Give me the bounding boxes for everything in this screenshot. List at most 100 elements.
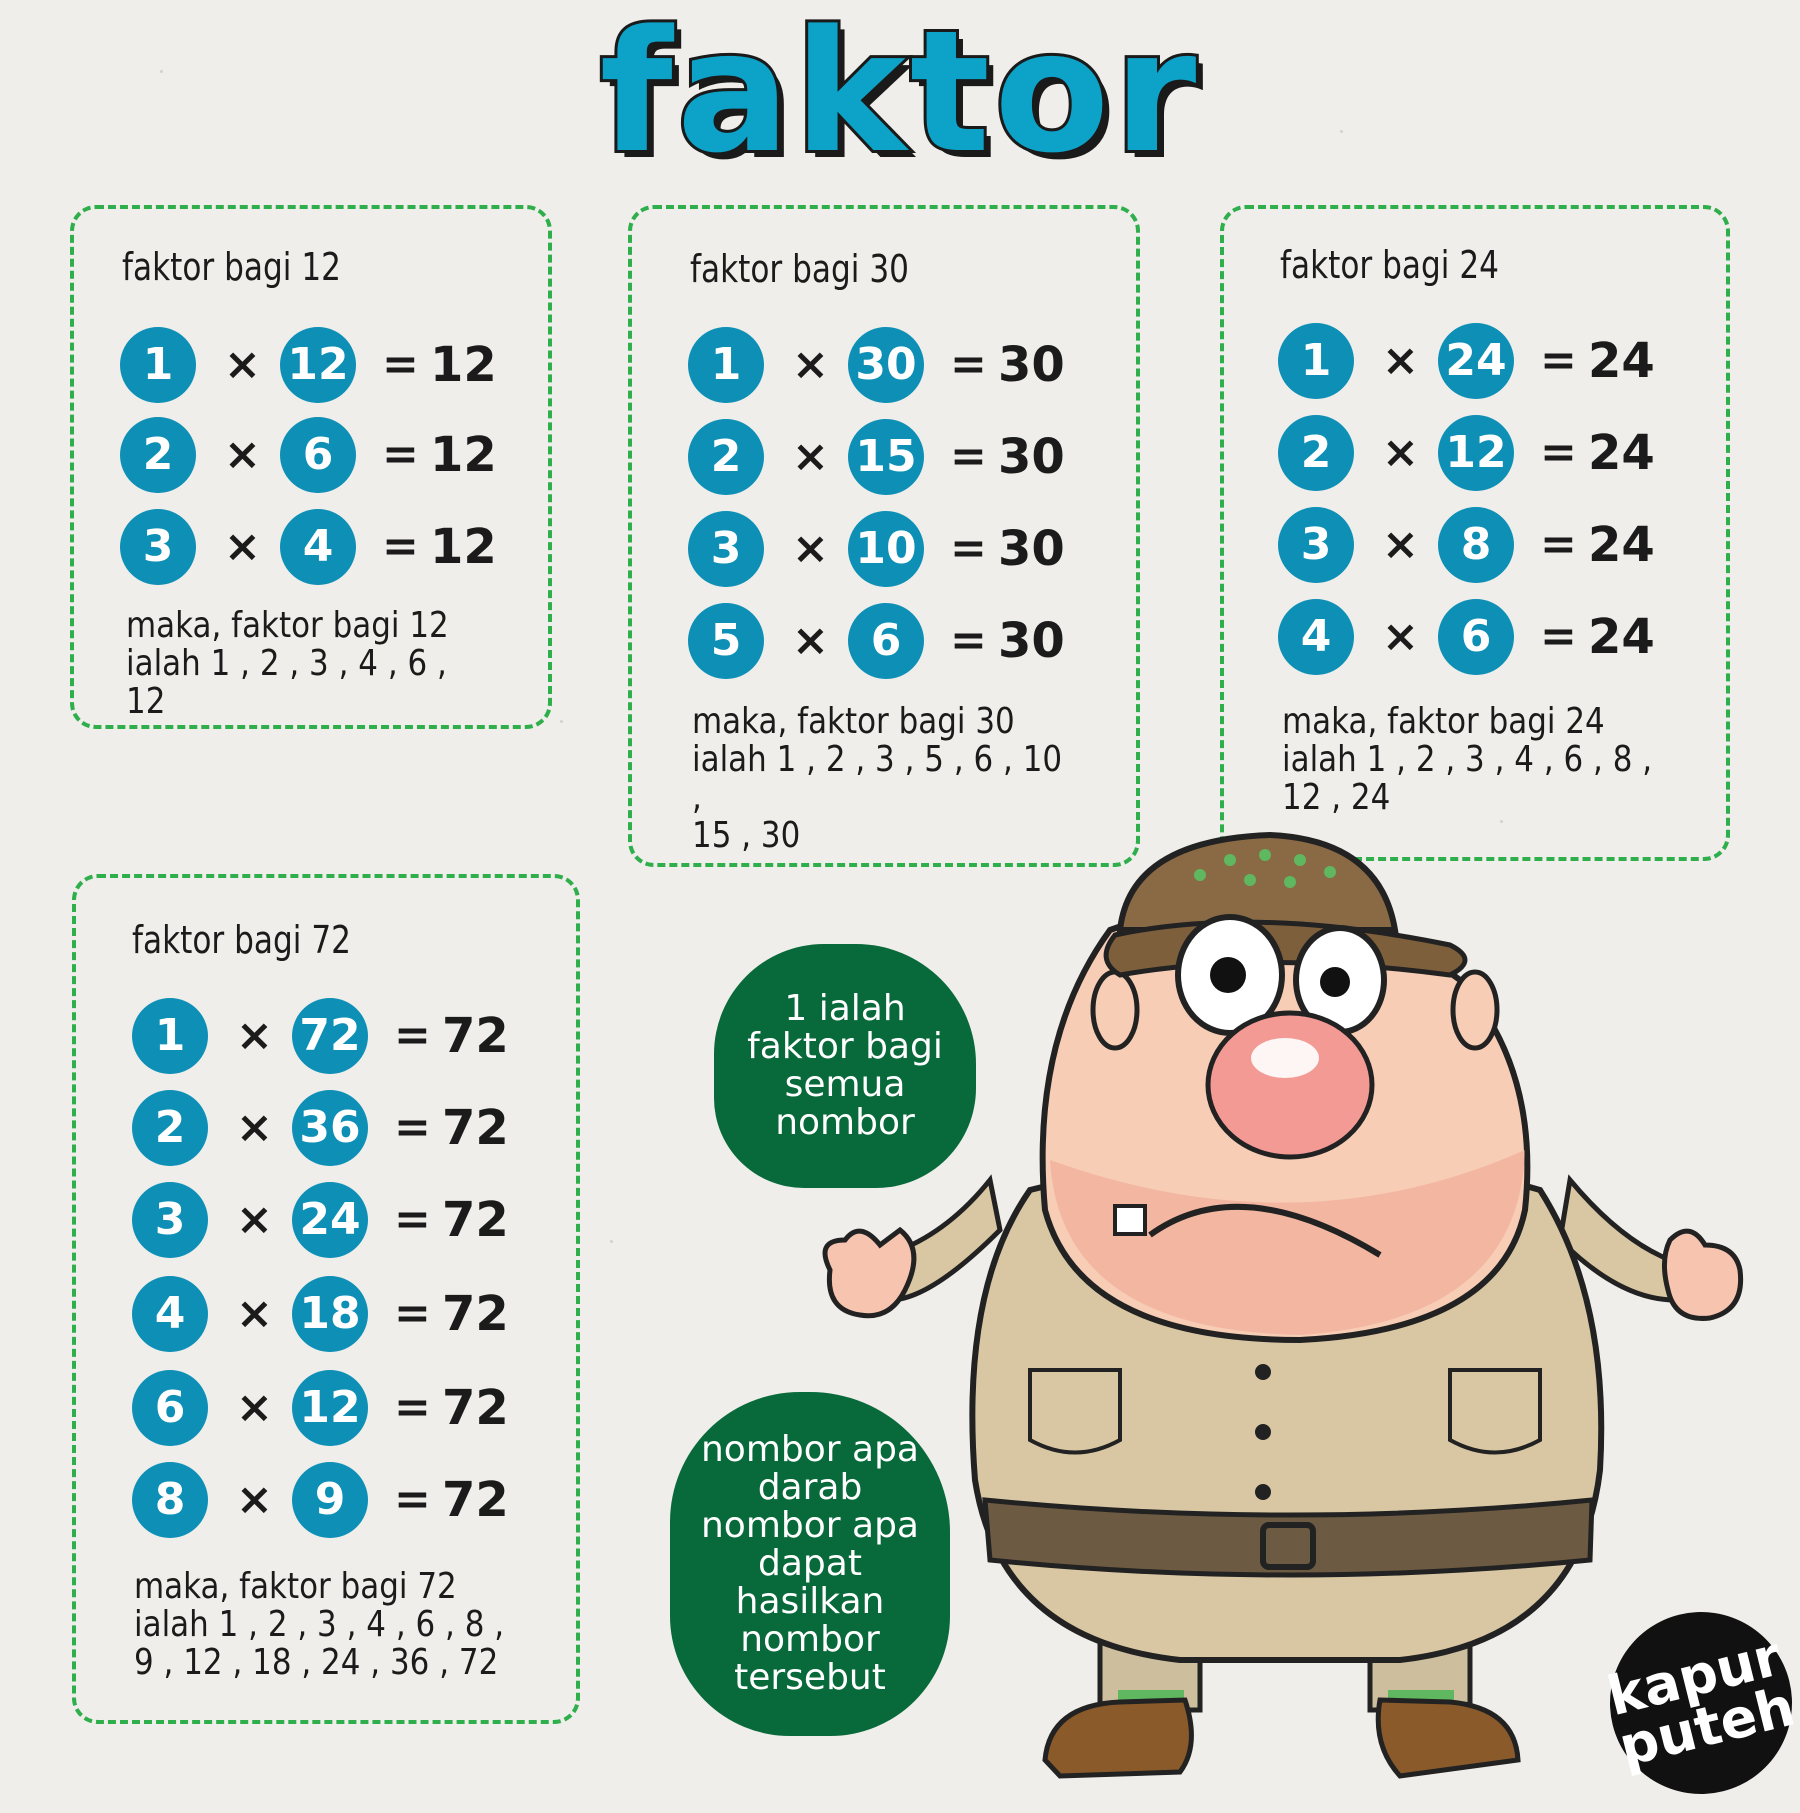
equals-sign: = bbox=[394, 1474, 431, 1525]
factor-a-circle: 3 bbox=[688, 511, 764, 587]
equals-sign: = bbox=[1540, 427, 1577, 478]
product-value: 12 bbox=[430, 519, 497, 575]
factor-a-circle: 1 bbox=[132, 998, 208, 1074]
times-sign: × bbox=[236, 1382, 273, 1433]
times-sign: × bbox=[1382, 519, 1419, 570]
equals-sign: = bbox=[394, 1194, 431, 1245]
factor-a-circle: 3 bbox=[132, 1182, 208, 1258]
factor-card-12: faktor bagi 12 1 × 12 = 12 2 × 6 = 12 3 … bbox=[70, 205, 552, 729]
times-sign: × bbox=[236, 1010, 273, 1061]
product-value: 30 bbox=[998, 521, 1065, 577]
times-sign: × bbox=[224, 339, 261, 390]
times-sign: × bbox=[236, 1288, 273, 1339]
equals-sign: = bbox=[394, 1102, 431, 1153]
factor-b-circle: 24 bbox=[1438, 323, 1514, 399]
summary-line: ialah 1 , 2 , 3 , 4 , 6 , 12 bbox=[126, 643, 447, 722]
product-value: 30 bbox=[998, 337, 1065, 393]
factor-b-circle: 8 bbox=[1438, 507, 1514, 583]
factor-b-circle: 12 bbox=[292, 1370, 368, 1446]
factor-b-circle: 12 bbox=[280, 327, 356, 403]
product-value: 24 bbox=[1588, 609, 1655, 665]
equals-sign: = bbox=[382, 429, 419, 480]
equals-sign: = bbox=[950, 615, 987, 666]
card-heading: faktor bagi 30 bbox=[690, 247, 909, 291]
equals-sign: = bbox=[1540, 519, 1577, 570]
times-sign: × bbox=[792, 615, 829, 666]
equals-sign: = bbox=[394, 1010, 431, 1061]
factor-card-24: faktor bagi 24 1 × 24 = 24 2 × 12 = 24 3… bbox=[1220, 205, 1730, 861]
factor-a-circle: 2 bbox=[688, 419, 764, 495]
factor-a-circle: 2 bbox=[1278, 415, 1354, 491]
equals-sign: = bbox=[950, 523, 987, 574]
factor-a-circle: 1 bbox=[688, 327, 764, 403]
factor-a-circle: 4 bbox=[1278, 599, 1354, 675]
product-value: 72 bbox=[442, 1286, 509, 1342]
equals-sign: = bbox=[382, 339, 419, 390]
product-value: 12 bbox=[430, 337, 497, 393]
product-value: 30 bbox=[998, 613, 1065, 669]
factor-card-72: faktor bagi 72 1 × 72 = 72 2 × 36 = 72 3… bbox=[72, 874, 580, 1724]
summary-line: 9 , 12 , 18 , 24 , 36 , 72 bbox=[134, 1642, 499, 1683]
product-value: 72 bbox=[442, 1472, 509, 1528]
times-sign: × bbox=[224, 521, 261, 572]
summary-line: 12 , 24 bbox=[1282, 777, 1391, 818]
card-heading: faktor bagi 24 bbox=[1280, 243, 1499, 287]
factor-b-circle: 4 bbox=[280, 509, 356, 585]
product-value: 30 bbox=[998, 429, 1065, 485]
summary-line: ialah 1 , 2 , 3 , 5 , 6 , 10 , bbox=[692, 739, 1063, 818]
equals-sign: = bbox=[394, 1382, 431, 1433]
times-sign: × bbox=[236, 1102, 273, 1153]
factor-b-circle: 6 bbox=[1438, 599, 1514, 675]
card-heading: faktor bagi 72 bbox=[132, 918, 351, 962]
equals-sign: = bbox=[1540, 611, 1577, 662]
product-value: 24 bbox=[1588, 425, 1655, 481]
times-sign: × bbox=[236, 1474, 273, 1525]
times-sign: × bbox=[1382, 335, 1419, 386]
product-value: 12 bbox=[430, 427, 497, 483]
times-sign: × bbox=[1382, 427, 1419, 478]
times-sign: × bbox=[224, 429, 261, 480]
product-value: 72 bbox=[442, 1380, 509, 1436]
paper-speck bbox=[560, 720, 563, 723]
times-sign: × bbox=[792, 339, 829, 390]
explorer-character-illustration bbox=[822, 831, 1744, 1779]
paper-speck bbox=[610, 1240, 613, 1243]
factor-a-circle: 8 bbox=[132, 1462, 208, 1538]
equals-sign: = bbox=[394, 1288, 431, 1339]
summary-line: ialah 1 , 2 , 3 , 4 , 6 , 8 , bbox=[134, 1604, 505, 1645]
factor-a-circle: 1 bbox=[1278, 323, 1354, 399]
summary-line: maka, faktor bagi 24 bbox=[1282, 701, 1605, 742]
summary-line: maka, faktor bagi 30 bbox=[692, 701, 1015, 742]
times-sign: × bbox=[792, 523, 829, 574]
summary-line: maka, faktor bagi 12 bbox=[126, 605, 449, 646]
factor-b-circle: 12 bbox=[1438, 415, 1514, 491]
factor-a-circle: 2 bbox=[132, 1090, 208, 1166]
factor-card-30: faktor bagi 30 1 × 30 = 30 2 × 15 = 30 3… bbox=[628, 205, 1140, 867]
times-sign: × bbox=[1382, 611, 1419, 662]
factor-b-circle: 72 bbox=[292, 998, 368, 1074]
factor-b-circle: 15 bbox=[848, 419, 924, 495]
product-value: 72 bbox=[442, 1192, 509, 1248]
factor-b-circle: 18 bbox=[292, 1276, 368, 1352]
product-value: 72 bbox=[442, 1100, 509, 1156]
factor-a-circle: 3 bbox=[120, 509, 196, 585]
product-value: 24 bbox=[1588, 517, 1655, 573]
times-sign: × bbox=[236, 1194, 273, 1245]
equals-sign: = bbox=[1540, 335, 1577, 386]
page-title: faktor bbox=[597, 0, 1201, 190]
factor-b-circle: 6 bbox=[280, 417, 356, 493]
factor-a-circle: 6 bbox=[132, 1370, 208, 1446]
equals-sign: = bbox=[382, 521, 419, 572]
factor-b-circle: 9 bbox=[292, 1462, 368, 1538]
card-heading: faktor bagi 12 bbox=[122, 245, 341, 289]
product-value: 72 bbox=[442, 1008, 509, 1064]
card-summary: maka, faktor bagi 24 ialah 1 , 2 , 3 , 4… bbox=[1282, 703, 1652, 817]
summary-line: ialah 1 , 2 , 3 , 4 , 6 , 8 , bbox=[1282, 739, 1653, 780]
factor-b-circle: 10 bbox=[848, 511, 924, 587]
factor-a-circle: 4 bbox=[132, 1276, 208, 1352]
factor-b-circle: 30 bbox=[848, 327, 924, 403]
factor-b-circle: 36 bbox=[292, 1090, 368, 1166]
factor-a-circle: 2 bbox=[120, 417, 196, 493]
product-value: 24 bbox=[1588, 333, 1655, 389]
factor-a-circle: 5 bbox=[688, 603, 764, 679]
